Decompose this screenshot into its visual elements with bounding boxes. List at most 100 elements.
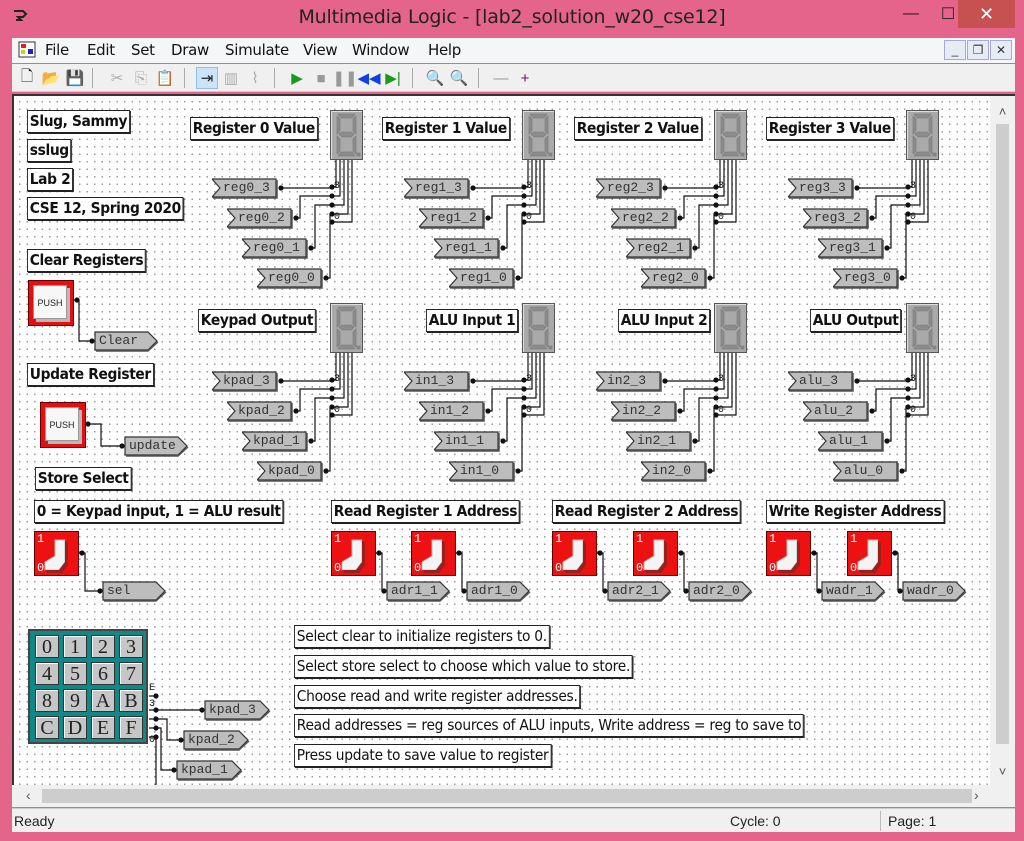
signal-tag[interactable]: reg0_1 [242, 238, 310, 259]
signal-tag[interactable]: wadr_0 [902, 581, 968, 602]
keypad-key-8[interactable]: 8 [35, 689, 59, 712]
address-switch-3-0[interactable]: 1 0 [847, 531, 892, 576]
address-switch-3-1[interactable]: 1 0 [766, 531, 811, 576]
select-mode-icon[interactable]: ⇥ [196, 67, 218, 89]
keypad-key-2[interactable]: 2 [91, 635, 115, 658]
pause-icon[interactable]: ❚❚ [332, 67, 357, 89]
signal-tag[interactable]: sel [102, 581, 168, 602]
signal-tag[interactable]: kpad_3 [204, 700, 272, 721]
copy-icon[interactable]: ⎘ [130, 67, 152, 89]
mdi-minimize-button[interactable]: _ [944, 40, 966, 60]
signal-tag[interactable]: reg2_3 [596, 178, 664, 199]
scroll-right-arrow[interactable]: › [974, 787, 979, 803]
scroll-left-arrow[interactable]: ‹ [26, 787, 31, 803]
step-icon[interactable]: ▶| [382, 67, 404, 89]
signal-tag[interactable]: in1_1 [434, 431, 502, 452]
keypad-key-1[interactable]: 1 [63, 635, 87, 658]
signal-tag[interactable]: adr2_0 [688, 581, 754, 602]
wire-icon[interactable]: ⌇ [244, 67, 266, 89]
keypad-key-0[interactable]: 0 [35, 635, 59, 658]
keypad-key-A[interactable]: A [91, 689, 115, 712]
signal-tag[interactable]: kpad_3 [212, 371, 280, 392]
signal-tag[interactable]: in2_0 [641, 461, 709, 482]
menu-simulate[interactable]: Simulate [225, 41, 289, 59]
signal-tag[interactable]: adr2_1 [607, 581, 673, 602]
update-push-button[interactable]: PUSH [40, 402, 86, 448]
signal-tag[interactable]: Clear [94, 331, 160, 352]
keypad-key-B[interactable]: B [119, 689, 143, 712]
mdi-close-button[interactable]: ✕ [990, 40, 1012, 60]
menu-set[interactable]: Set [131, 41, 155, 59]
signal-tag[interactable]: reg3_3 [788, 178, 856, 199]
signal-tag[interactable]: reg3_0 [833, 268, 901, 289]
signal-tag[interactable]: in2_3 [596, 371, 664, 392]
keypad-key-D[interactable]: D [63, 716, 87, 739]
menu-draw[interactable]: Draw [171, 41, 209, 59]
vertical-scrollbar[interactable]: ˄ ˅ [990, 96, 1015, 785]
signal-tag[interactable]: reg0_0 [257, 268, 325, 289]
menu-edit[interactable]: Edit [87, 41, 115, 59]
close-button[interactable]: ✕ [958, 0, 1015, 28]
zoom-in-icon[interactable]: 🔍 [448, 67, 470, 89]
signal-tag[interactable]: alu_0 [833, 461, 901, 482]
keypad-key-7[interactable]: 7 [119, 662, 143, 685]
signal-tag[interactable]: kpad_2 [183, 730, 251, 751]
paste-icon[interactable]: 📋 [154, 67, 176, 89]
scroll-up-arrow[interactable]: ˄ [990, 104, 1015, 119]
signal-tag[interactable]: kpad_1 [176, 760, 244, 781]
document-icon[interactable] [18, 41, 36, 58]
signal-tag[interactable]: reg2_0 [641, 268, 709, 289]
mdi-restore-button[interactable]: ❐ [967, 40, 989, 60]
signal-tag[interactable]: in1_2 [419, 401, 487, 422]
clear-push-button[interactable]: PUSH [28, 280, 74, 326]
signal-tag[interactable]: reg3_1 [818, 238, 886, 259]
keypad-key-E[interactable]: E [91, 716, 115, 739]
signal-tag[interactable]: reg3_2 [803, 208, 871, 229]
signal-tag[interactable]: reg1_3 [404, 178, 472, 199]
keypad-key-C[interactable]: C [35, 716, 59, 739]
new-icon[interactable]: 🗋 [16, 67, 38, 89]
signal-tag[interactable]: kpad_2 [227, 401, 295, 422]
scroll-down-arrow[interactable]: ˅ [990, 764, 1015, 779]
signal-tag[interactable]: reg1_1 [434, 238, 502, 259]
signal-tag[interactable]: reg0_2 [227, 208, 295, 229]
signal-tag[interactable]: alu_1 [818, 431, 886, 452]
run-icon[interactable]: ▶ [286, 67, 308, 89]
address-switch-1-0[interactable]: 1 0 [411, 531, 456, 576]
circuit-canvas[interactable]: 3 0 3 0 3 0 3 0 3 0 3 0 3 0 3 0 E 3 0 Slug, Sammy sslug Lab … [14, 96, 990, 785]
keypad-key-F[interactable]: F [119, 716, 143, 739]
page-remove-icon[interactable]: — [490, 67, 512, 89]
save-icon[interactable]: 💾 [64, 67, 86, 89]
stop-icon[interactable]: ■ [310, 67, 332, 89]
signal-tag[interactable]: alu_3 [788, 371, 856, 392]
signal-tag[interactable]: reg0_3 [212, 178, 280, 199]
horizontal-scroll-thumb[interactable] [42, 789, 972, 803]
signal-tag[interactable]: in2_1 [626, 431, 694, 452]
signal-tag[interactable]: reg1_0 [449, 268, 517, 289]
cut-icon[interactable]: ✂ [106, 67, 128, 89]
signal-tag[interactable]: reg2_1 [626, 238, 694, 259]
store-select-switch[interactable]: 1 0 [34, 531, 79, 576]
horizontal-scrollbar[interactable]: ‹ › [12, 785, 1015, 807]
menu-window[interactable]: Window [352, 41, 410, 59]
keypad-key-9[interactable]: 9 [63, 689, 87, 712]
keypad-key-3[interactable]: 3 [119, 635, 143, 658]
address-switch-2-0[interactable]: 1 0 [633, 531, 678, 576]
address-switch-2-1[interactable]: 1 0 [552, 531, 597, 576]
device-icon[interactable]: ▥ [220, 67, 242, 89]
menu-help[interactable]: Help [428, 41, 461, 59]
signal-tag[interactable]: kpad_0 [257, 461, 325, 482]
keypad-key-5[interactable]: 5 [63, 662, 87, 685]
signal-tag[interactable]: kpad_1 [242, 431, 310, 452]
signal-tag[interactable]: alu_2 [803, 401, 871, 422]
signal-tag[interactable]: update [124, 436, 190, 457]
signal-tag[interactable]: wadr_1 [821, 581, 887, 602]
signal-tag[interactable]: adr1_0 [466, 581, 532, 602]
open-icon[interactable]: 📂 [40, 67, 62, 89]
keypad-key-6[interactable]: 6 [91, 662, 115, 685]
zoom-out-icon[interactable]: 🔍 [424, 67, 446, 89]
rewind-icon[interactable]: ◀◀ [357, 67, 380, 89]
signal-tag[interactable]: adr1_1 [386, 581, 452, 602]
keypad-key-4[interactable]: 4 [35, 662, 59, 685]
signal-tag[interactable]: in1_0 [449, 461, 517, 482]
